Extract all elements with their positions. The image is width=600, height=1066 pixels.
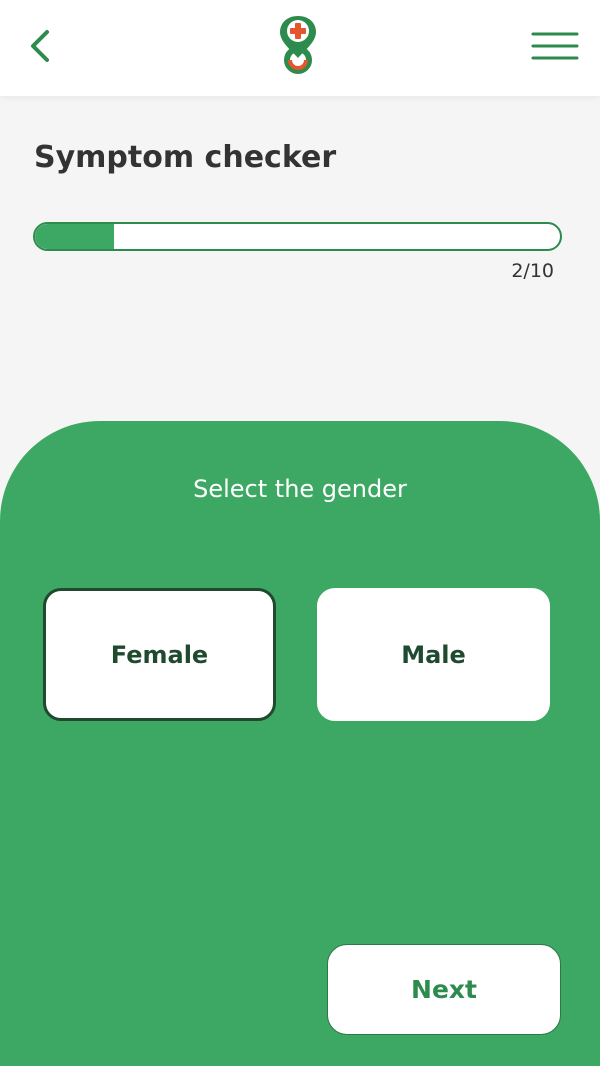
option-male-label: Male	[401, 640, 466, 669]
hamburger-menu-icon	[531, 32, 579, 60]
chevron-left-icon	[31, 30, 49, 62]
progress-bar-fill	[35, 224, 114, 249]
page-title: Symptom checker	[34, 140, 337, 175]
app-header	[0, 0, 600, 96]
progress-label: 2/10	[511, 260, 554, 282]
option-female-label: Female	[110, 640, 209, 669]
option-male-button[interactable]: Male	[317, 588, 550, 721]
option-female-button[interactable]: Female	[43, 588, 276, 721]
back-button[interactable]	[20, 24, 60, 68]
progress-bar	[33, 222, 562, 251]
menu-button[interactable]	[528, 26, 582, 66]
screen: Symptom checker 2/10 Select the gender F…	[0, 0, 600, 1066]
next-button[interactable]: Next	[327, 944, 561, 1035]
question-prompt: Select the gender	[193, 475, 407, 503]
next-button-label: Next	[411, 975, 477, 1004]
question-panel: Select the gender Female Male Next	[0, 421, 600, 1066]
location-pin-medical-cross-icon	[280, 16, 316, 74]
